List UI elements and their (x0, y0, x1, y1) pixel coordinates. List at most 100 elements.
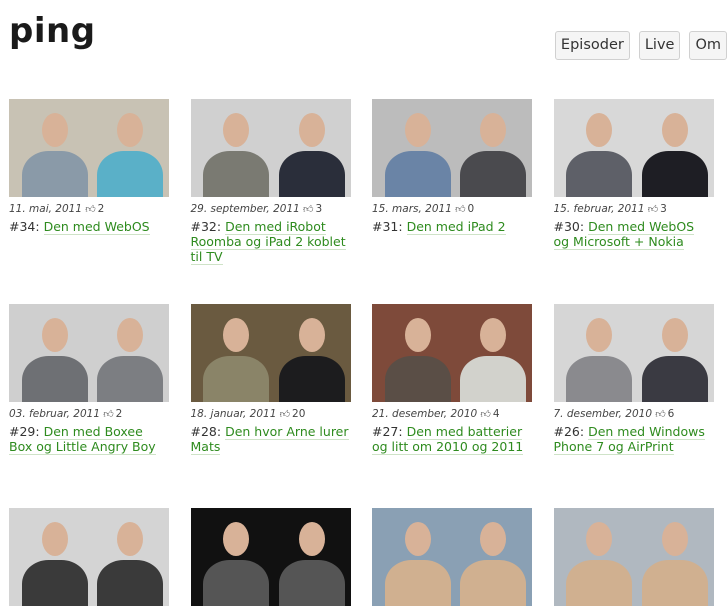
episode-date: 15. februar, 2011 (553, 203, 645, 215)
episode-title: #27: Den med batterier og litt om 2010 o… (372, 424, 532, 455)
episode-thumbnail[interactable] (9, 99, 169, 197)
thumbs-up-icon[interactable]: 👍︎ (652, 409, 665, 420)
thumbnail-face (404, 318, 431, 352)
episode-thumbnail[interactable] (553, 508, 714, 606)
thumbnail-face (586, 522, 613, 556)
episode-date: 18. januar, 2011 (190, 408, 277, 420)
episode-date: 03. februar, 2011 (9, 408, 101, 420)
episode-link[interactable]: Den med iPad 2 (406, 219, 506, 235)
thumbnail-person (203, 356, 270, 402)
episode-card: 11. mai, 2011 👍︎ 2 #34: Den med WebOS (9, 99, 169, 304)
thumbnail-person (21, 356, 88, 402)
episode-meta: 18. januar, 2011 👍︎ 20 (191, 408, 351, 421)
thumbs-up-icon[interactable]: 👍︎ (452, 204, 465, 215)
episode-meta: 11. mai, 2011 👍︎ 2 (9, 203, 169, 216)
thumbs-up-icon[interactable]: 👍︎ (100, 409, 113, 420)
thumbnail-face (586, 113, 613, 147)
thumbnail-person (97, 560, 163, 606)
thumbs-up-icon[interactable]: 👍︎ (645, 204, 658, 215)
episode-number: #31: (372, 219, 403, 234)
thumbnail-person (641, 356, 708, 402)
thumbnail-face (117, 318, 143, 352)
thumbnail-face (223, 522, 250, 556)
episode-link[interactable]: Den med WebOS (43, 219, 150, 235)
thumbnail-person (97, 151, 163, 197)
episode-number: #28: (190, 424, 222, 439)
thumbs-up-icon[interactable]: 👍︎ (82, 204, 95, 215)
episode-title: #30: Den med WebOS og Microsoft + Nokia (553, 219, 714, 250)
episode-card: 15. februar, 2011 👍︎ 3 #30: Den med WebOS … (553, 99, 714, 304)
episode-card (190, 508, 351, 606)
thumbnail-person (384, 151, 451, 197)
thumbnail-face (586, 318, 613, 352)
episode-row: 11. mai, 2011 👍︎ 2 #34: Den med WebOS 29. s… (9, 99, 727, 304)
episode-like-count: 2 (97, 203, 105, 215)
thumbs-up-icon[interactable]: 👍︎ (276, 409, 290, 420)
site-logo[interactable]: ping (9, 14, 96, 48)
episode-thumbnail[interactable] (9, 508, 169, 606)
thumbnail-person (97, 356, 163, 402)
thumbnail-face (117, 113, 143, 147)
thumbnail-person (278, 356, 345, 402)
thumbnail-face (661, 522, 688, 556)
episode-card (372, 508, 532, 606)
episode-card: 21. desember, 2010 👍︎ 4 #27: Den med batte… (372, 304, 532, 508)
thumbnail-face (661, 318, 688, 352)
thumbnail-face (298, 318, 325, 352)
thumbnail-person (460, 560, 526, 606)
nav-episoder-button[interactable]: Episoder (554, 31, 630, 60)
episode-number: #32: (190, 219, 222, 234)
episode-title: #31: Den med iPad 2 (372, 219, 532, 235)
episode-thumbnail[interactable] (190, 508, 351, 606)
episode-thumbnail[interactable] (190, 304, 351, 402)
episode-thumbnail[interactable] (9, 304, 169, 402)
thumbnail-person (566, 356, 633, 402)
episode-title: #32: Den med iRobot Roomba og iPad 2 kob… (190, 219, 351, 265)
episode-grid: 11. mai, 2011 👍︎ 2 #34: Den med WebOS 29. s… (9, 99, 727, 606)
episode-like-count: 20 (292, 408, 306, 420)
episode-thumbnail[interactable] (372, 304, 532, 402)
episode-title: #34: Den med WebOS (9, 219, 169, 235)
thumbnail-person (641, 560, 708, 606)
episode-thumbnail[interactable] (553, 304, 714, 402)
episode-date: 11. mai, 2011 (9, 203, 83, 215)
episode-meta: 29. september, 2011 👍︎ 3 (191, 203, 351, 216)
thumbnail-face (41, 522, 68, 556)
episode-title: #28: Den hvor Arne lurer Mats (190, 424, 351, 455)
episode-number: #30: (553, 219, 585, 234)
thumbnail-face (298, 113, 325, 147)
episode-row: 03. februar, 2011 👍︎ 2 #29: Den med Boxee … (9, 304, 727, 508)
thumbnail-person (384, 356, 451, 402)
episode-title: #26: Den med Windows Phone 7 og AirPrint (553, 424, 714, 455)
nav-live-button[interactable]: Live (638, 31, 681, 60)
thumbnail-person (21, 560, 88, 606)
episode-meta: 15. februar, 2011 👍︎ 3 (554, 203, 714, 216)
episode-meta: 21. desember, 2010 👍︎ 4 (372, 408, 532, 421)
episode-number: #26: (553, 424, 585, 439)
episode-thumbnail[interactable] (190, 99, 351, 197)
thumbnail-person (384, 560, 451, 606)
thumbnail-face (480, 318, 506, 352)
thumbs-up-icon[interactable]: 👍︎ (300, 204, 313, 215)
episode-card: 18. januar, 2011 👍︎ 20 #28: Den hvor Arne … (190, 304, 351, 508)
episode-thumbnail[interactable] (553, 99, 714, 197)
episode-like-count: 3 (660, 203, 667, 215)
nav-om-button[interactable]: Om (689, 31, 727, 60)
thumbnail-person (566, 560, 633, 606)
thumbnail-person (203, 151, 270, 197)
episode-thumbnail[interactable] (372, 99, 532, 197)
episode-card: 7. desember, 2010 👍︎ 6 #26: Den med Window… (553, 304, 714, 508)
thumbnail-person (203, 560, 270, 606)
thumbnail-face (223, 113, 250, 147)
episode-card: 29. september, 2011 👍︎ 3 #32: Den med iRob… (190, 99, 351, 304)
episode-date: 21. desember, 2010 (372, 408, 478, 420)
episode-title: #29: Den med Boxee Box og Little Angry B… (9, 424, 169, 455)
thumbnail-face (41, 318, 68, 352)
episode-thumbnail[interactable] (372, 508, 532, 606)
episode-number: #34: (9, 219, 40, 234)
thumbs-up-icon[interactable]: 👍︎ (477, 409, 490, 420)
thumbnail-person (460, 151, 526, 197)
thumbnail-face (480, 113, 506, 147)
episode-like-count: 3 (315, 203, 323, 215)
thumbnail-face (661, 113, 688, 147)
